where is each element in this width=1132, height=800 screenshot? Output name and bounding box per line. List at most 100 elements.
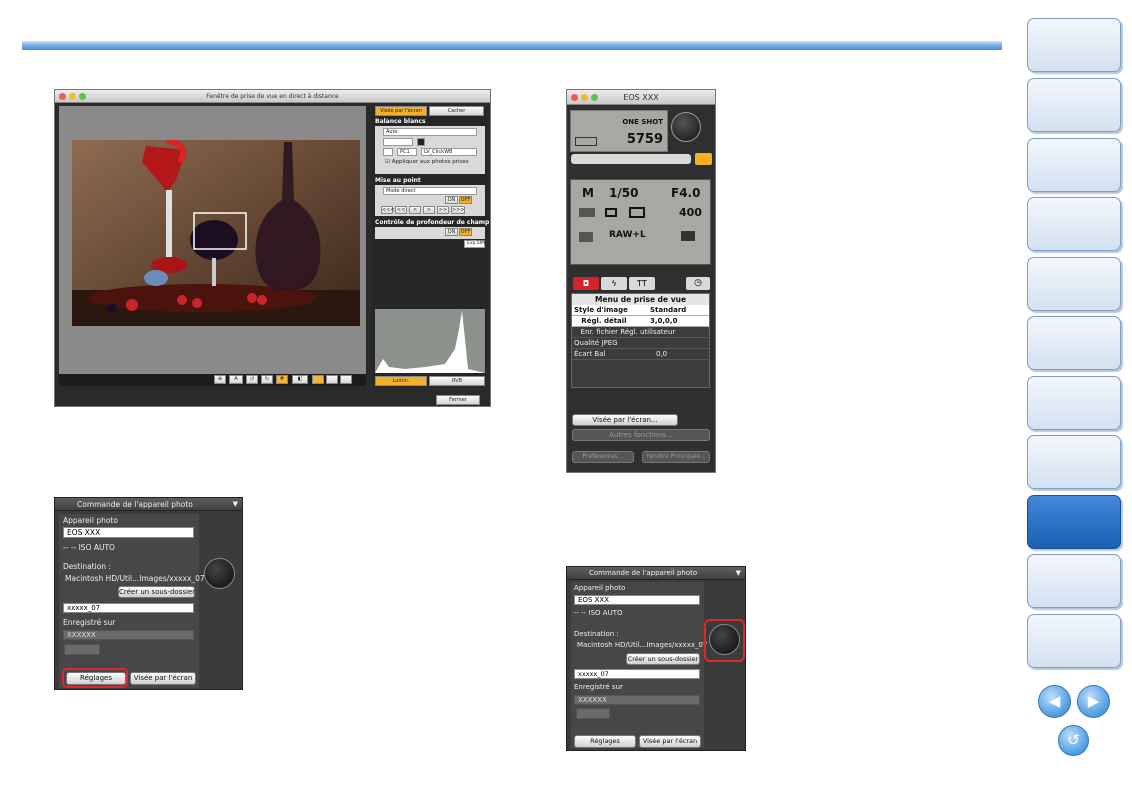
focus-on-button[interactable]: ON [445, 196, 458, 204]
create-subfolder-button[interactable]: Créer un sous-dossier [626, 653, 700, 665]
return-icon[interactable]: ↺ [1058, 725, 1089, 756]
apply-checkbox-label[interactable]: ☑ Appliquer aux photos prises [385, 159, 469, 165]
af-icon[interactable]: A [229, 375, 243, 384]
camera-model-field: EOS XXX [63, 527, 194, 538]
focus-step-button[interactable]: < [409, 206, 421, 214]
panel-header: Commande de l'appareil photo ▼ [567, 567, 745, 580]
dof-off-button[interactable]: OFF [459, 228, 472, 236]
eyedropper-icon[interactable] [383, 148, 393, 156]
side-tab[interactable] [1027, 18, 1121, 72]
crosshair-icon[interactable]: ⊕ [214, 375, 226, 384]
next-page-icon[interactable]: ▶ [1077, 685, 1110, 718]
iso-value[interactable]: 400 [679, 206, 702, 219]
side-tab[interactable] [1027, 376, 1121, 430]
live-view-button[interactable]: Visée par l'écran [130, 672, 196, 685]
save-to-select[interactable]: XXXXXX [574, 695, 700, 705]
menu-row[interactable]: Écart Bal 0,0 [572, 349, 709, 360]
wb-icon[interactable] [579, 208, 595, 217]
wb-clear-icon[interactable] [417, 138, 425, 146]
focus-step-button[interactable]: >> [437, 206, 449, 214]
zoom-5x-icon[interactable] [326, 375, 338, 384]
focus-mode-select[interactable]: Mode direct [383, 187, 477, 195]
tab-live-view[interactable]: Visée par l'écran [375, 106, 427, 116]
menu-row[interactable]: Enr. fichier Régl. utilisateur [572, 327, 709, 338]
shooting-mode[interactable]: M [582, 186, 594, 200]
shutter-button[interactable] [204, 558, 235, 589]
side-tab[interactable] [1027, 316, 1121, 370]
collapse-icon[interactable]: ▼ [736, 567, 741, 580]
folder-select[interactable]: xxxxx_07 [63, 603, 194, 613]
aperture[interactable]: F4.0 [671, 186, 700, 200]
lumin-button[interactable]: Lumin. [375, 376, 427, 386]
wb-field[interactable] [383, 138, 413, 146]
menu-row[interactable]: Régl. détail 3,0,0,0 [572, 316, 709, 327]
live-view-button[interactable]: Visée par l'écran... [572, 414, 678, 426]
side-tab[interactable] [1027, 138, 1121, 192]
tab-hide[interactable]: Cacher [429, 106, 484, 116]
focus-step-button[interactable]: << [395, 206, 407, 214]
timer-icon[interactable]: ◷ [686, 277, 710, 290]
focus-step-button[interactable]: > [423, 206, 435, 214]
pc-transfer-icon[interactable] [681, 231, 695, 241]
focus-off-button[interactable]: OFF [459, 196, 472, 204]
shooting-tab-icon[interactable]: ◘ [573, 277, 599, 290]
zoom-10x-icon[interactable] [340, 375, 352, 384]
window-controls[interactable] [571, 94, 598, 101]
wb-select[interactable]: Auto [383, 128, 477, 136]
dof-on-button[interactable]: ON [445, 228, 458, 236]
window-title: EOS XXX [623, 93, 659, 102]
zoom-fit-icon[interactable] [312, 375, 324, 384]
window-controls[interactable] [59, 93, 86, 100]
create-subfolder-button[interactable]: Créer un sous-dossier [118, 586, 195, 598]
side-tab[interactable] [1027, 197, 1121, 251]
side-tab-active[interactable] [1027, 495, 1121, 549]
highlight-box [704, 619, 745, 662]
rotate-right-icon[interactable]: ↻ [261, 375, 273, 384]
focus-step-button[interactable]: >>> [451, 206, 465, 214]
header-bar [22, 41, 1002, 50]
image-quality[interactable]: RAW+L [609, 230, 646, 240]
collapse-icon[interactable]: ▼ [233, 498, 238, 511]
focus-step-button[interactable]: <<< [381, 206, 395, 214]
download-icon[interactable] [64, 644, 100, 655]
camera-model-field: EOS XXX [574, 595, 700, 605]
settings-button[interactable]: Réglages [574, 735, 636, 748]
side-tab[interactable] [1027, 257, 1121, 311]
rvb-button[interactable]: RVB [429, 376, 485, 386]
menu-row-label: Style d'image [574, 306, 628, 314]
side-tab[interactable] [1027, 554, 1121, 608]
window-titlebar: Fenêtre de prise de vue en direct à dist… [55, 90, 490, 103]
auto-lighting-icon[interactable] [579, 232, 593, 242]
other-functions-button[interactable]: Autres fonctions... [572, 429, 710, 441]
side-tab[interactable] [1027, 435, 1121, 489]
wb-box: Auto PC1 LV_ClickWB ☑ Appliquer aux phot… [375, 126, 485, 174]
shots-remaining: 5759 [626, 132, 663, 147]
preferences-button[interactable]: Préférences... [572, 451, 634, 463]
rotate-left-icon[interactable]: ↺ [246, 375, 258, 384]
iso-line: -- -- ISO AUTO [63, 543, 115, 552]
flash-tab-icon[interactable]: ϟ [601, 277, 627, 290]
pc1-select[interactable]: PC1 [397, 148, 417, 156]
shutter-speed[interactable]: 1/50 [609, 186, 638, 200]
prev-page-icon[interactable]: ◀ [1038, 685, 1071, 718]
panel-body [571, 582, 704, 748]
live-view-image [72, 140, 360, 326]
close-button[interactable]: Fermer [436, 395, 480, 405]
drive-mode-icon[interactable] [605, 208, 617, 217]
main-window-button[interactable]: Fenêtre Principale... [642, 451, 710, 463]
shutter-button[interactable] [671, 112, 701, 142]
destination-path: Macintosh HD/Util...Images/xxxxx_07 [577, 641, 708, 649]
side-tab[interactable] [1027, 78, 1121, 132]
save-to-select[interactable]: XXXXXX [63, 630, 194, 640]
menu-row[interactable]: Qualité JPEG [572, 338, 709, 349]
folder-select[interactable]: xxxxx_07 [574, 669, 700, 679]
grid-icon[interactable]: # [276, 375, 288, 384]
download-icon[interactable] [576, 708, 610, 719]
side-tab[interactable] [1027, 614, 1121, 668]
metering-icon[interactable] [629, 207, 645, 218]
live-view-button[interactable]: Visée par l'écran [639, 735, 701, 748]
menu-row[interactable]: Style d'image Standard [572, 305, 709, 316]
frame-icon[interactable]: ◧ [292, 375, 308, 384]
tools-tab-icon[interactable]: ƬƬ [629, 277, 655, 290]
camera-settings-icon[interactable] [695, 153, 712, 165]
